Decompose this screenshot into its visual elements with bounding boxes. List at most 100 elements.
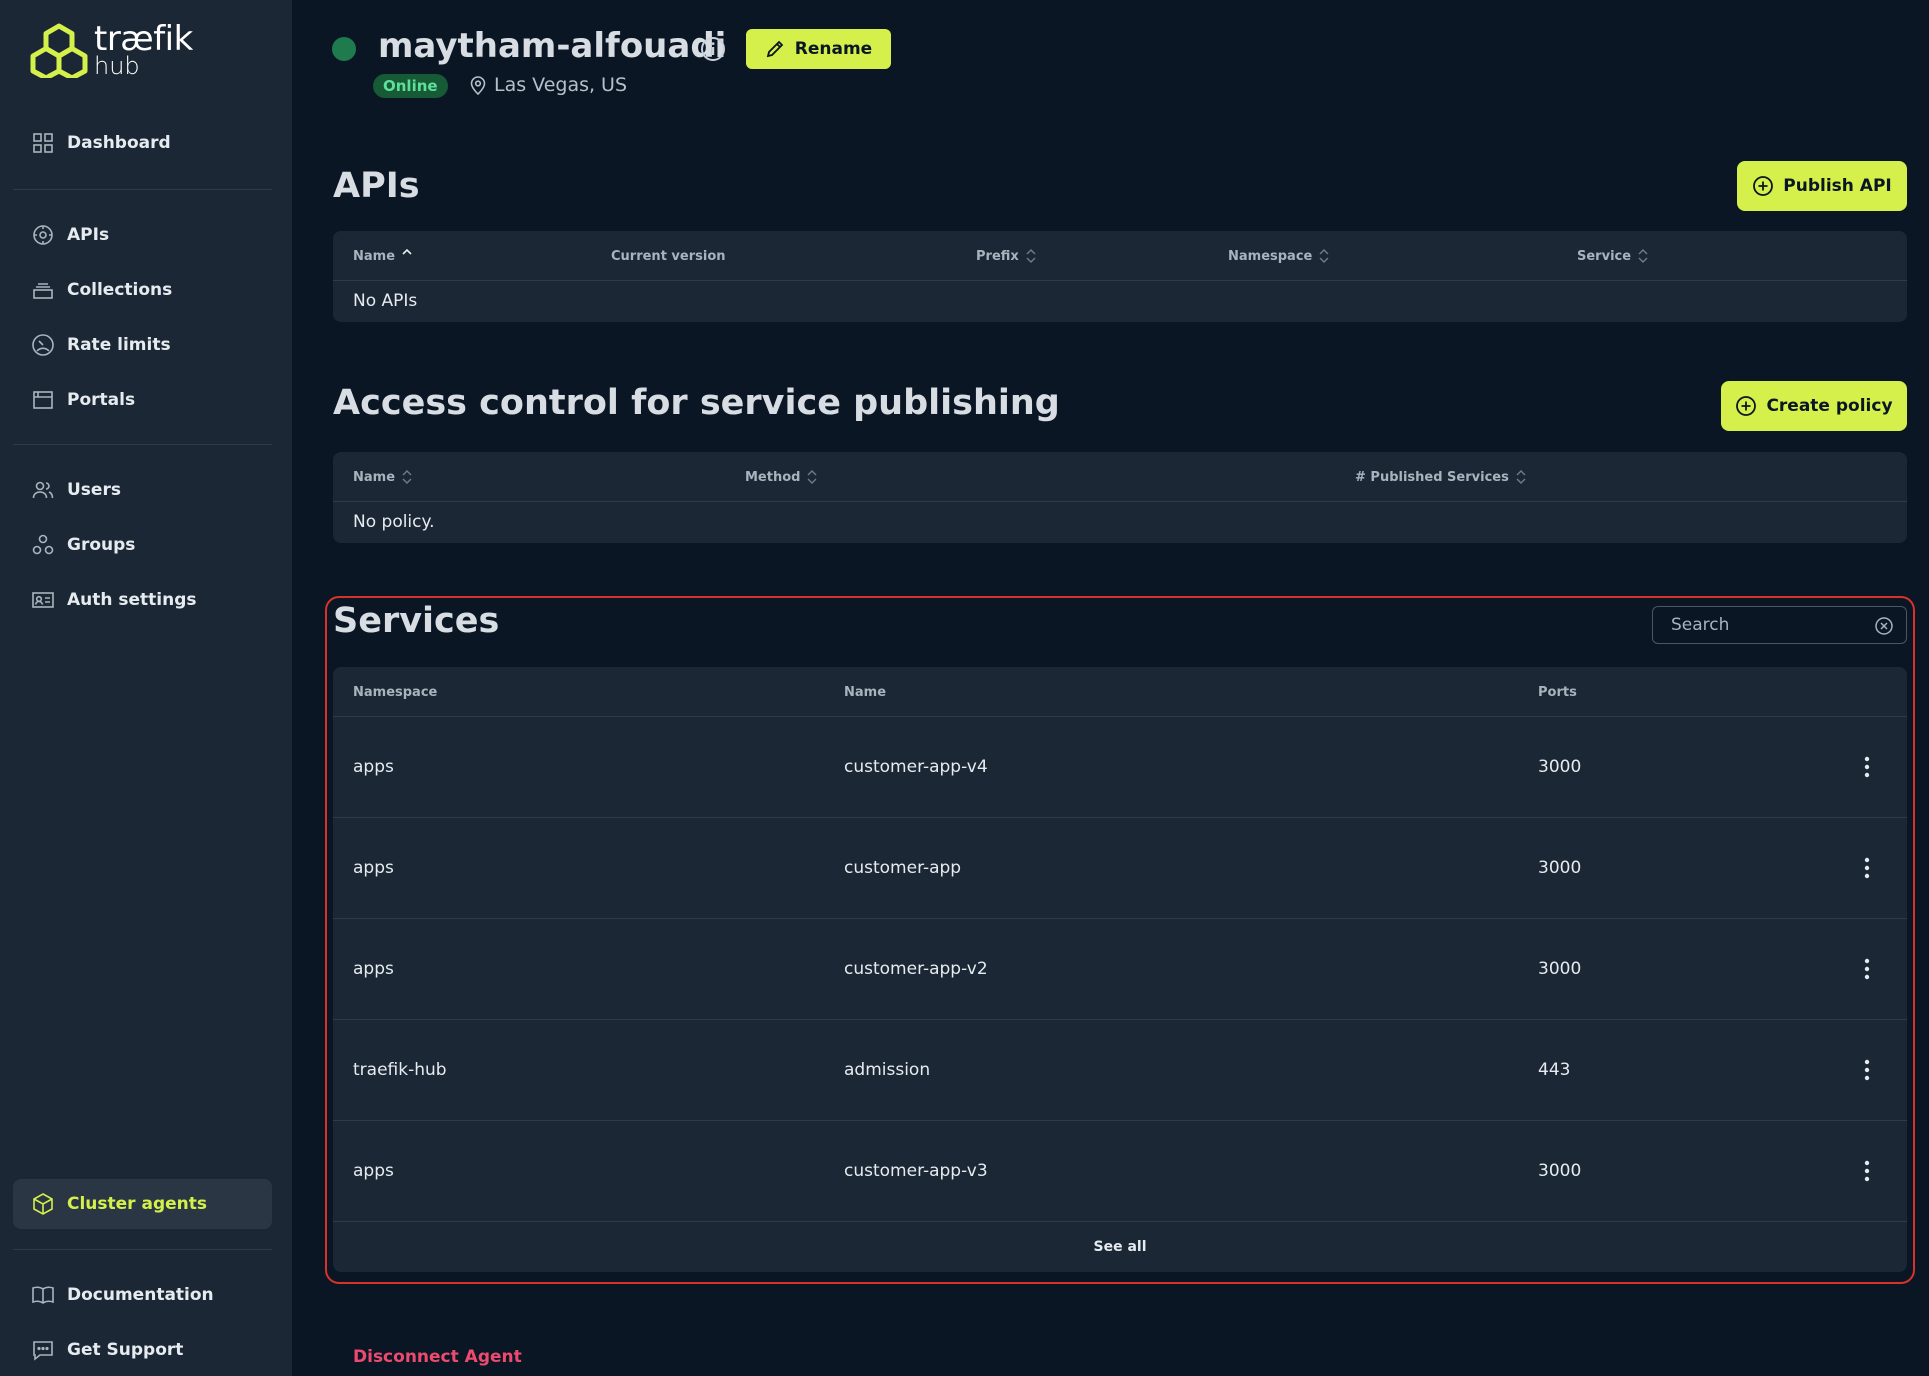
disconnect-agent-link[interactable]: Disconnect Agent <box>353 1347 522 1367</box>
status-badge: Online <box>373 74 448 98</box>
id-card-icon <box>31 588 55 612</box>
more-options-icon[interactable] <box>1853 753 1881 781</box>
column-header-name[interactable]: Name <box>353 231 412 281</box>
empty-row: No policy. <box>333 502 1907 542</box>
clear-search-icon[interactable] <box>1874 616 1894 636</box>
book-icon <box>31 1283 55 1307</box>
location-pin-icon <box>470 76 486 95</box>
cube-icon <box>31 1192 55 1216</box>
empty-row: No APIs <box>333 281 1907 321</box>
sidebar-divider <box>13 189 272 190</box>
location: Las Vegas, US <box>469 74 627 96</box>
main-content: maytham-alfouadi Rename Online Las Vegas… <box>292 0 1929 1376</box>
services-search <box>1652 606 1907 644</box>
portal-icon <box>31 388 55 412</box>
namespace-cell: traefik-hub <box>353 1060 447 1080</box>
empty-message: No policy. <box>353 512 435 532</box>
sort-icon <box>402 470 412 484</box>
ports-cell: 3000 <box>1538 858 1582 878</box>
search-input[interactable] <box>1671 615 1871 635</box>
hexagon-logo-icon <box>30 23 88 78</box>
sidebar-item-auth-settings[interactable]: Auth settings <box>13 575 272 625</box>
page-title: maytham-alfouadi <box>378 26 727 66</box>
sidebar-item-dashboard[interactable]: Dashboard <box>13 118 272 168</box>
table-row[interactable]: apps customer-app 3000 <box>333 818 1907 919</box>
namespace-cell: apps <box>353 959 394 979</box>
sort-icon <box>1026 249 1036 263</box>
column-header-namespace[interactable]: Namespace <box>1228 231 1329 281</box>
column-header-service[interactable]: Service <box>1577 231 1648 281</box>
create-policy-button[interactable]: Create policy <box>1721 381 1907 431</box>
table-row[interactable]: apps customer-app-v2 3000 <box>333 919 1907 1020</box>
info-icon[interactable] <box>700 36 726 62</box>
more-options-icon[interactable] <box>1853 1157 1881 1185</box>
sidebar-item-portals[interactable]: Portals <box>13 375 272 425</box>
column-header-method[interactable]: Method <box>745 452 817 502</box>
gauge-icon <box>31 333 55 357</box>
sidebar-item-rate-limits[interactable]: Rate limits <box>13 320 272 370</box>
sidebar-item-get-support[interactable]: Get Support <box>13 1325 272 1375</box>
sidebar-item-collections[interactable]: Collections <box>13 265 272 315</box>
plus-circle-icon <box>1736 396 1757 416</box>
collections-icon <box>31 278 55 302</box>
name-cell: customer-app-v2 <box>844 959 988 979</box>
more-options-icon[interactable] <box>1853 1056 1881 1084</box>
ports-cell: 443 <box>1538 1060 1571 1080</box>
sidebar: træfik hub Dashboard APIs Collections Ra… <box>0 0 292 1376</box>
sidebar-item-groups[interactable]: Groups <box>13 520 272 570</box>
column-header-prefix[interactable]: Prefix <box>976 231 1036 281</box>
sidebar-item-documentation[interactable]: Documentation <box>13 1270 272 1320</box>
table-row[interactable]: traefik-hub admission 443 <box>333 1020 1907 1121</box>
table-header: Name Current version Prefix Namespace Se… <box>333 231 1907 281</box>
more-options-icon[interactable] <box>1853 854 1881 882</box>
ports-cell: 3000 <box>1538 1161 1582 1181</box>
column-header-current-version: Current version <box>611 248 726 264</box>
ports-cell: 3000 <box>1538 959 1582 979</box>
name-cell: admission <box>844 1060 931 1080</box>
table-header: Name Method # Published Services <box>333 452 1907 502</box>
sidebar-item-label: Documentation <box>67 1285 214 1305</box>
traefik-hub-logo[interactable]: træfik hub <box>30 22 193 78</box>
create-policy-label: Create policy <box>1766 396 1893 416</box>
access-control-table: Name Method # Published Services No poli… <box>333 452 1907 543</box>
api-icon <box>31 223 55 247</box>
status-indicator <box>332 37 356 61</box>
sidebar-item-label: Rate limits <box>67 335 171 355</box>
sort-icon <box>1319 249 1329 263</box>
pencil-icon <box>766 40 784 58</box>
sidebar-item-cluster-agents[interactable]: Cluster agents <box>13 1179 272 1229</box>
rename-label: Rename <box>794 39 873 59</box>
sidebar-item-label: Portals <box>67 390 136 410</box>
column-header-name[interactable]: Name <box>353 452 412 502</box>
column-header-name: Name <box>844 684 887 700</box>
name-cell: customer-app <box>844 858 962 878</box>
name-cell: customer-app-v3 <box>844 1161 988 1181</box>
publish-api-button[interactable]: Publish API <box>1737 161 1907 211</box>
column-header-published-services[interactable]: # Published Services <box>1355 452 1526 502</box>
sidebar-item-label: Cluster agents <box>67 1194 208 1214</box>
sort-icon <box>1516 470 1526 484</box>
sidebar-divider <box>13 1249 272 1250</box>
see-all-link[interactable]: See all <box>333 1222 1907 1272</box>
namespace-cell: apps <box>353 1161 394 1181</box>
sidebar-item-users[interactable]: Users <box>13 465 272 515</box>
sidebar-item-label: Get Support <box>67 1340 184 1360</box>
sidebar-item-label: Dashboard <box>67 133 171 153</box>
namespace-cell: apps <box>353 858 394 878</box>
more-options-icon[interactable] <box>1853 955 1881 983</box>
sort-icon <box>1638 249 1648 263</box>
table-row[interactable]: apps customer-app-v3 3000 <box>333 1121 1907 1222</box>
access-control-title: Access control for service publishing <box>333 383 1060 423</box>
namespace-cell: apps <box>353 757 394 777</box>
services-table: Namespace Name Ports apps customer-app-v… <box>333 667 1907 1272</box>
sidebar-item-label: APIs <box>67 225 110 245</box>
sort-icon <box>807 470 817 484</box>
sidebar-item-apis[interactable]: APIs <box>13 210 272 260</box>
location-text: Las Vegas, US <box>494 74 628 96</box>
table-header: Namespace Name Ports <box>333 667 1907 717</box>
table-row[interactable]: apps customer-app-v4 3000 <box>333 717 1907 818</box>
sidebar-divider <box>13 444 272 445</box>
apis-table: Name Current version Prefix Namespace Se… <box>333 231 1907 322</box>
groups-icon <box>31 533 55 557</box>
rename-button[interactable]: Rename <box>746 29 891 69</box>
